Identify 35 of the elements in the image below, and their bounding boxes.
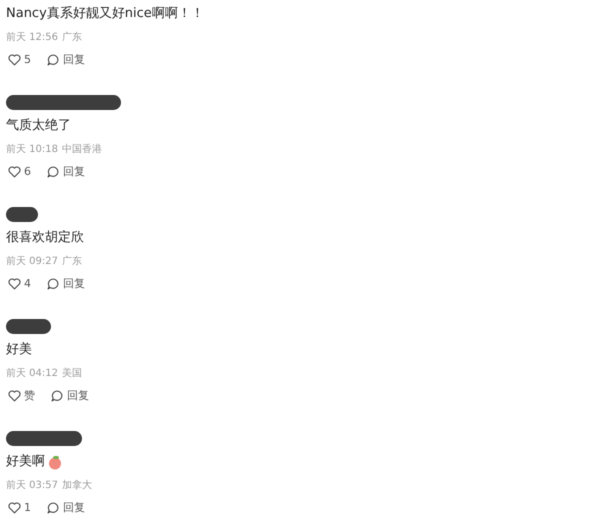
heart-icon (8, 502, 21, 514)
heart-icon (8, 54, 21, 66)
speech-bubble-icon (47, 502, 60, 514)
comment-time: 前天 12:56 (6, 31, 58, 45)
like-button[interactable]: 1 (6, 501, 31, 514)
speech-bubble-icon (47, 54, 60, 66)
heart-icon (8, 278, 21, 290)
comment-time: 前天 09:27 (6, 255, 58, 269)
comment-time: 前天 04:12 (6, 367, 58, 381)
reply-button[interactable]: 回复 (45, 164, 85, 179)
comment-location: 广东 (62, 30, 82, 45)
comment-text: 好美 (6, 341, 32, 359)
comment-text: 气质太绝了 (6, 117, 71, 135)
like-button[interactable]: 赞 (6, 388, 35, 403)
speech-bubble-icon (47, 278, 60, 290)
comment-time: 前天 10:18 (6, 143, 58, 157)
comment-text: Nancy真系好靓又好nice啊啊！！ (6, 5, 204, 23)
comment-time: 前天 03:57 (6, 479, 58, 493)
speech-bubble-icon (51, 390, 64, 402)
like-button[interactable]: 4 (6, 277, 31, 290)
reply-button[interactable]: 回复 (45, 500, 85, 515)
comment-text: 好美啊 (6, 453, 45, 471)
comment-location: 广东 (62, 254, 82, 269)
reply-button[interactable]: 回复 (45, 52, 85, 67)
speech-bubble-icon (47, 166, 60, 178)
comment-location: 加拿大 (62, 478, 92, 493)
reply-button[interactable]: 回复 (45, 276, 85, 291)
comment-location: 美国 (62, 366, 82, 381)
like-button[interactable]: 5 (6, 53, 31, 66)
comment-text: 很喜欢胡定欣 (6, 229, 84, 247)
like-button[interactable]: 6 (6, 165, 31, 178)
heart-icon (8, 166, 21, 178)
heart-icon (8, 390, 21, 402)
comment-location: 中国香港 (62, 142, 102, 157)
reply-button[interactable]: 回复 (49, 388, 89, 403)
